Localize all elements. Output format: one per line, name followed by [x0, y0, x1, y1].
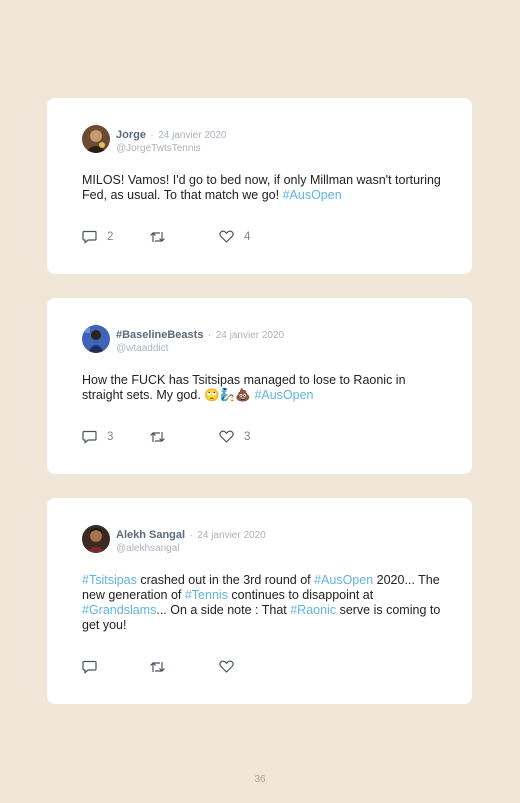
author-name[interactable]: #BaselineBeasts: [116, 329, 203, 341]
tweet-text-segment: continues to disappoint at: [227, 588, 374, 602]
reply-button[interactable]: 3: [82, 430, 113, 444]
author-name[interactable]: Jorge: [116, 129, 146, 141]
reply-icon: [82, 660, 97, 674]
heart-icon: [219, 660, 234, 673]
retweet-icon: [149, 430, 166, 444]
heart-icon: [219, 430, 234, 443]
like-count: 4: [244, 230, 251, 243]
hashtag-link[interactable]: #AusOpen: [314, 573, 373, 587]
tweet-card: Jorge · 24 janvier 2020 @JorgeTwtsTennis…: [47, 98, 472, 274]
tweet-header: #BaselineBeasts · 24 janvier 2020 @wtaad…: [116, 327, 284, 355]
retweet-button[interactable]: [149, 430, 166, 444]
tweet-date[interactable]: 24 janvier 2020: [216, 330, 284, 341]
avatar[interactable]: [82, 125, 110, 153]
separator: ·: [189, 530, 193, 541]
tweet-text: How the FUCK has Tsitsipas managed to lo…: [82, 373, 442, 403]
tweet-card: Alekh Sangal · 24 janvier 2020 @alekhsan…: [47, 498, 472, 704]
tweet-actions: 2 4: [82, 230, 282, 246]
heart-icon: [219, 230, 234, 243]
tweet-actions: 3 3: [82, 430, 282, 446]
hashtag-link[interactable]: #AusOpen: [283, 188, 342, 202]
retweet-icon: [149, 660, 166, 674]
tweet-header: Alekh Sangal · 24 janvier 2020 @alekhsan…: [116, 527, 266, 555]
separator: ·: [150, 130, 154, 141]
tweet-date[interactable]: 24 janvier 2020: [197, 530, 265, 541]
like-button[interactable]: [219, 660, 244, 673]
hashtag-link[interactable]: #Grandslams: [82, 603, 156, 617]
tweet-date[interactable]: 24 janvier 2020: [158, 130, 226, 141]
reply-icon: [82, 430, 97, 444]
author-handle[interactable]: @alekhsangal: [116, 542, 266, 555]
tweet-card: #BaselineBeasts · 24 janvier 2020 @wtaad…: [47, 298, 472, 474]
avatar[interactable]: [82, 325, 110, 353]
like-count: 3: [244, 430, 251, 443]
reply-icon: [82, 230, 97, 244]
tweet-text-segment: How the FUCK has Tsitsipas managed to lo…: [82, 373, 406, 402]
author-handle[interactable]: @JorgeTwtsTennis: [116, 142, 227, 155]
tweet-text: MILOS! Vamos! I'd go to bed now, if only…: [82, 173, 442, 203]
tweet-text-segment: crashed out in the 3rd round of: [136, 573, 315, 587]
author-name[interactable]: Alekh Sangal: [116, 529, 185, 541]
tweet-text: #Tsitsipas crashed out in the 3rd round …: [82, 573, 442, 633]
tweet-header: Jorge · 24 janvier 2020 @JorgeTwtsTennis: [116, 127, 227, 155]
like-button[interactable]: 4: [219, 230, 250, 243]
like-button[interactable]: 3: [219, 430, 250, 443]
retweet-icon: [149, 230, 166, 244]
separator: ·: [207, 330, 212, 341]
hashtag-link[interactable]: #Tennis: [185, 588, 228, 602]
reply-button[interactable]: 2: [82, 230, 113, 244]
tweet-actions: [82, 660, 282, 676]
reply-button[interactable]: [82, 660, 107, 674]
page-number: 36: [254, 774, 266, 785]
retweet-button[interactable]: [149, 230, 166, 244]
tweet-text-segment: MILOS! Vamos! I'd go to bed now, if only…: [82, 173, 441, 202]
hashtag-link[interactable]: #Raonic: [290, 603, 336, 617]
reply-count: 3: [107, 431, 114, 443]
hashtag-link[interactable]: #Tsitsipas: [82, 573, 137, 587]
hashtag-link[interactable]: #AusOpen: [254, 388, 313, 402]
author-handle[interactable]: @wtaaddict: [116, 342, 284, 355]
reply-count: 2: [107, 231, 114, 243]
avatar[interactable]: [82, 525, 110, 553]
tweet-text-segment: ... On a side note : That: [156, 603, 291, 617]
retweet-button[interactable]: [149, 660, 166, 674]
